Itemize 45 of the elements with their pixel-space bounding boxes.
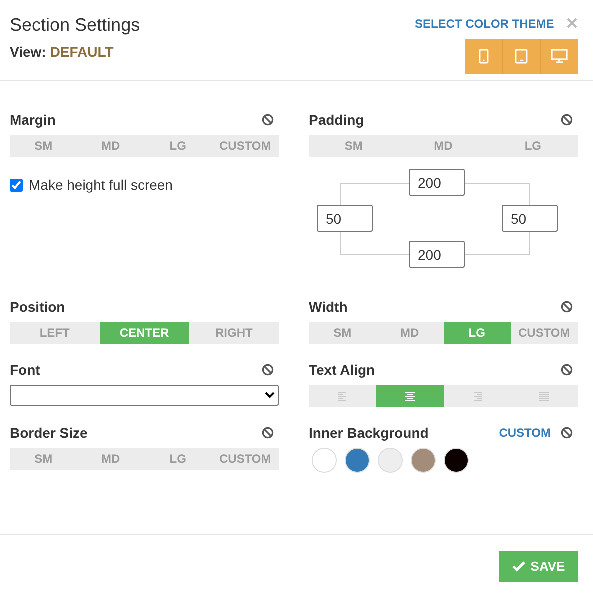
color-swatch[interactable] xyxy=(345,448,370,473)
align-tab[interactable] xyxy=(376,385,444,407)
padding-bottom-field[interactable]: 200 xyxy=(409,241,465,268)
custom-link[interactable]: CUSTOM xyxy=(499,426,551,440)
color-swatch[interactable] xyxy=(411,448,436,473)
color-swatch[interactable] xyxy=(312,448,337,473)
padding-top-field[interactable]: 200 xyxy=(409,169,465,196)
field-label: Inner Background xyxy=(309,425,430,441)
padding-right-field[interactable]: 50 xyxy=(502,205,558,232)
text-align-icon xyxy=(404,392,415,400)
font-select[interactable] xyxy=(10,385,279,406)
select-theme-link[interactable]: SELECT COLOR THEME xyxy=(414,17,554,31)
view-label: View: xyxy=(10,44,46,60)
reset-icon[interactable] xyxy=(262,427,274,439)
close-button[interactable]: × xyxy=(566,17,578,31)
phone-icon xyxy=(478,49,488,64)
field-label: Border Size xyxy=(10,425,89,441)
monitor-icon xyxy=(551,49,568,64)
field-label: Font xyxy=(10,362,42,378)
check-icon xyxy=(512,561,526,572)
reset-icon[interactable] xyxy=(561,301,573,313)
reset-icon[interactable] xyxy=(561,427,573,439)
field-label: Width xyxy=(309,299,349,315)
color-swatch[interactable] xyxy=(378,448,403,473)
option-tab[interactable]: CENTER xyxy=(100,322,190,344)
option-tab[interactable]: LG xyxy=(444,322,511,344)
field-label: Padding xyxy=(309,112,366,128)
view-value: DEFAULT xyxy=(50,44,114,60)
reset-icon[interactable] xyxy=(561,364,573,376)
tablet-icon xyxy=(515,49,528,64)
field-label: Text Align xyxy=(309,362,376,378)
reset-icon[interactable] xyxy=(262,114,274,126)
text-align-icon xyxy=(539,392,550,400)
field-label: Margin xyxy=(10,112,57,128)
text-align-icon xyxy=(338,392,348,400)
text-align-icon xyxy=(472,392,482,400)
field-label: Position xyxy=(10,299,66,315)
padding-left-field[interactable]: 50 xyxy=(317,205,373,232)
reset-icon[interactable] xyxy=(262,364,274,376)
dialog-title: Section Settings xyxy=(10,15,140,36)
reset-icon[interactable] xyxy=(561,114,573,126)
save-button[interactable]: SAVE xyxy=(499,551,578,582)
color-swatch[interactable] xyxy=(444,448,469,473)
checkbox-label: Make height full screen xyxy=(29,177,173,193)
full-height-checkbox[interactable] xyxy=(10,178,23,192)
